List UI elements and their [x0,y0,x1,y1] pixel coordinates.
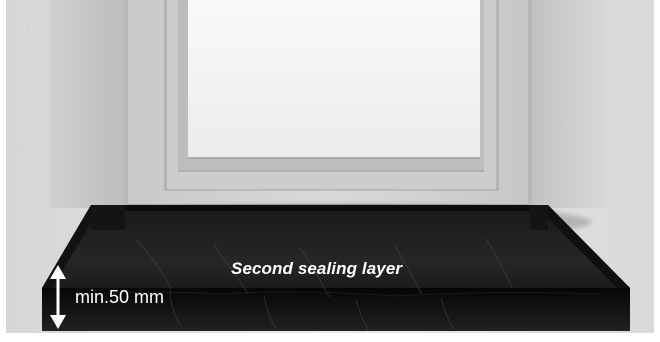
sealing-layer-label: Second sealing layer [231,259,403,278]
window-sill-diagram: Second sealing layer min.50 mm [0,0,660,342]
window-glass [188,0,480,158]
left-reveal [50,0,124,208]
right-reveal [532,0,605,208]
minimum-height-label: min.50 mm [75,287,165,307]
